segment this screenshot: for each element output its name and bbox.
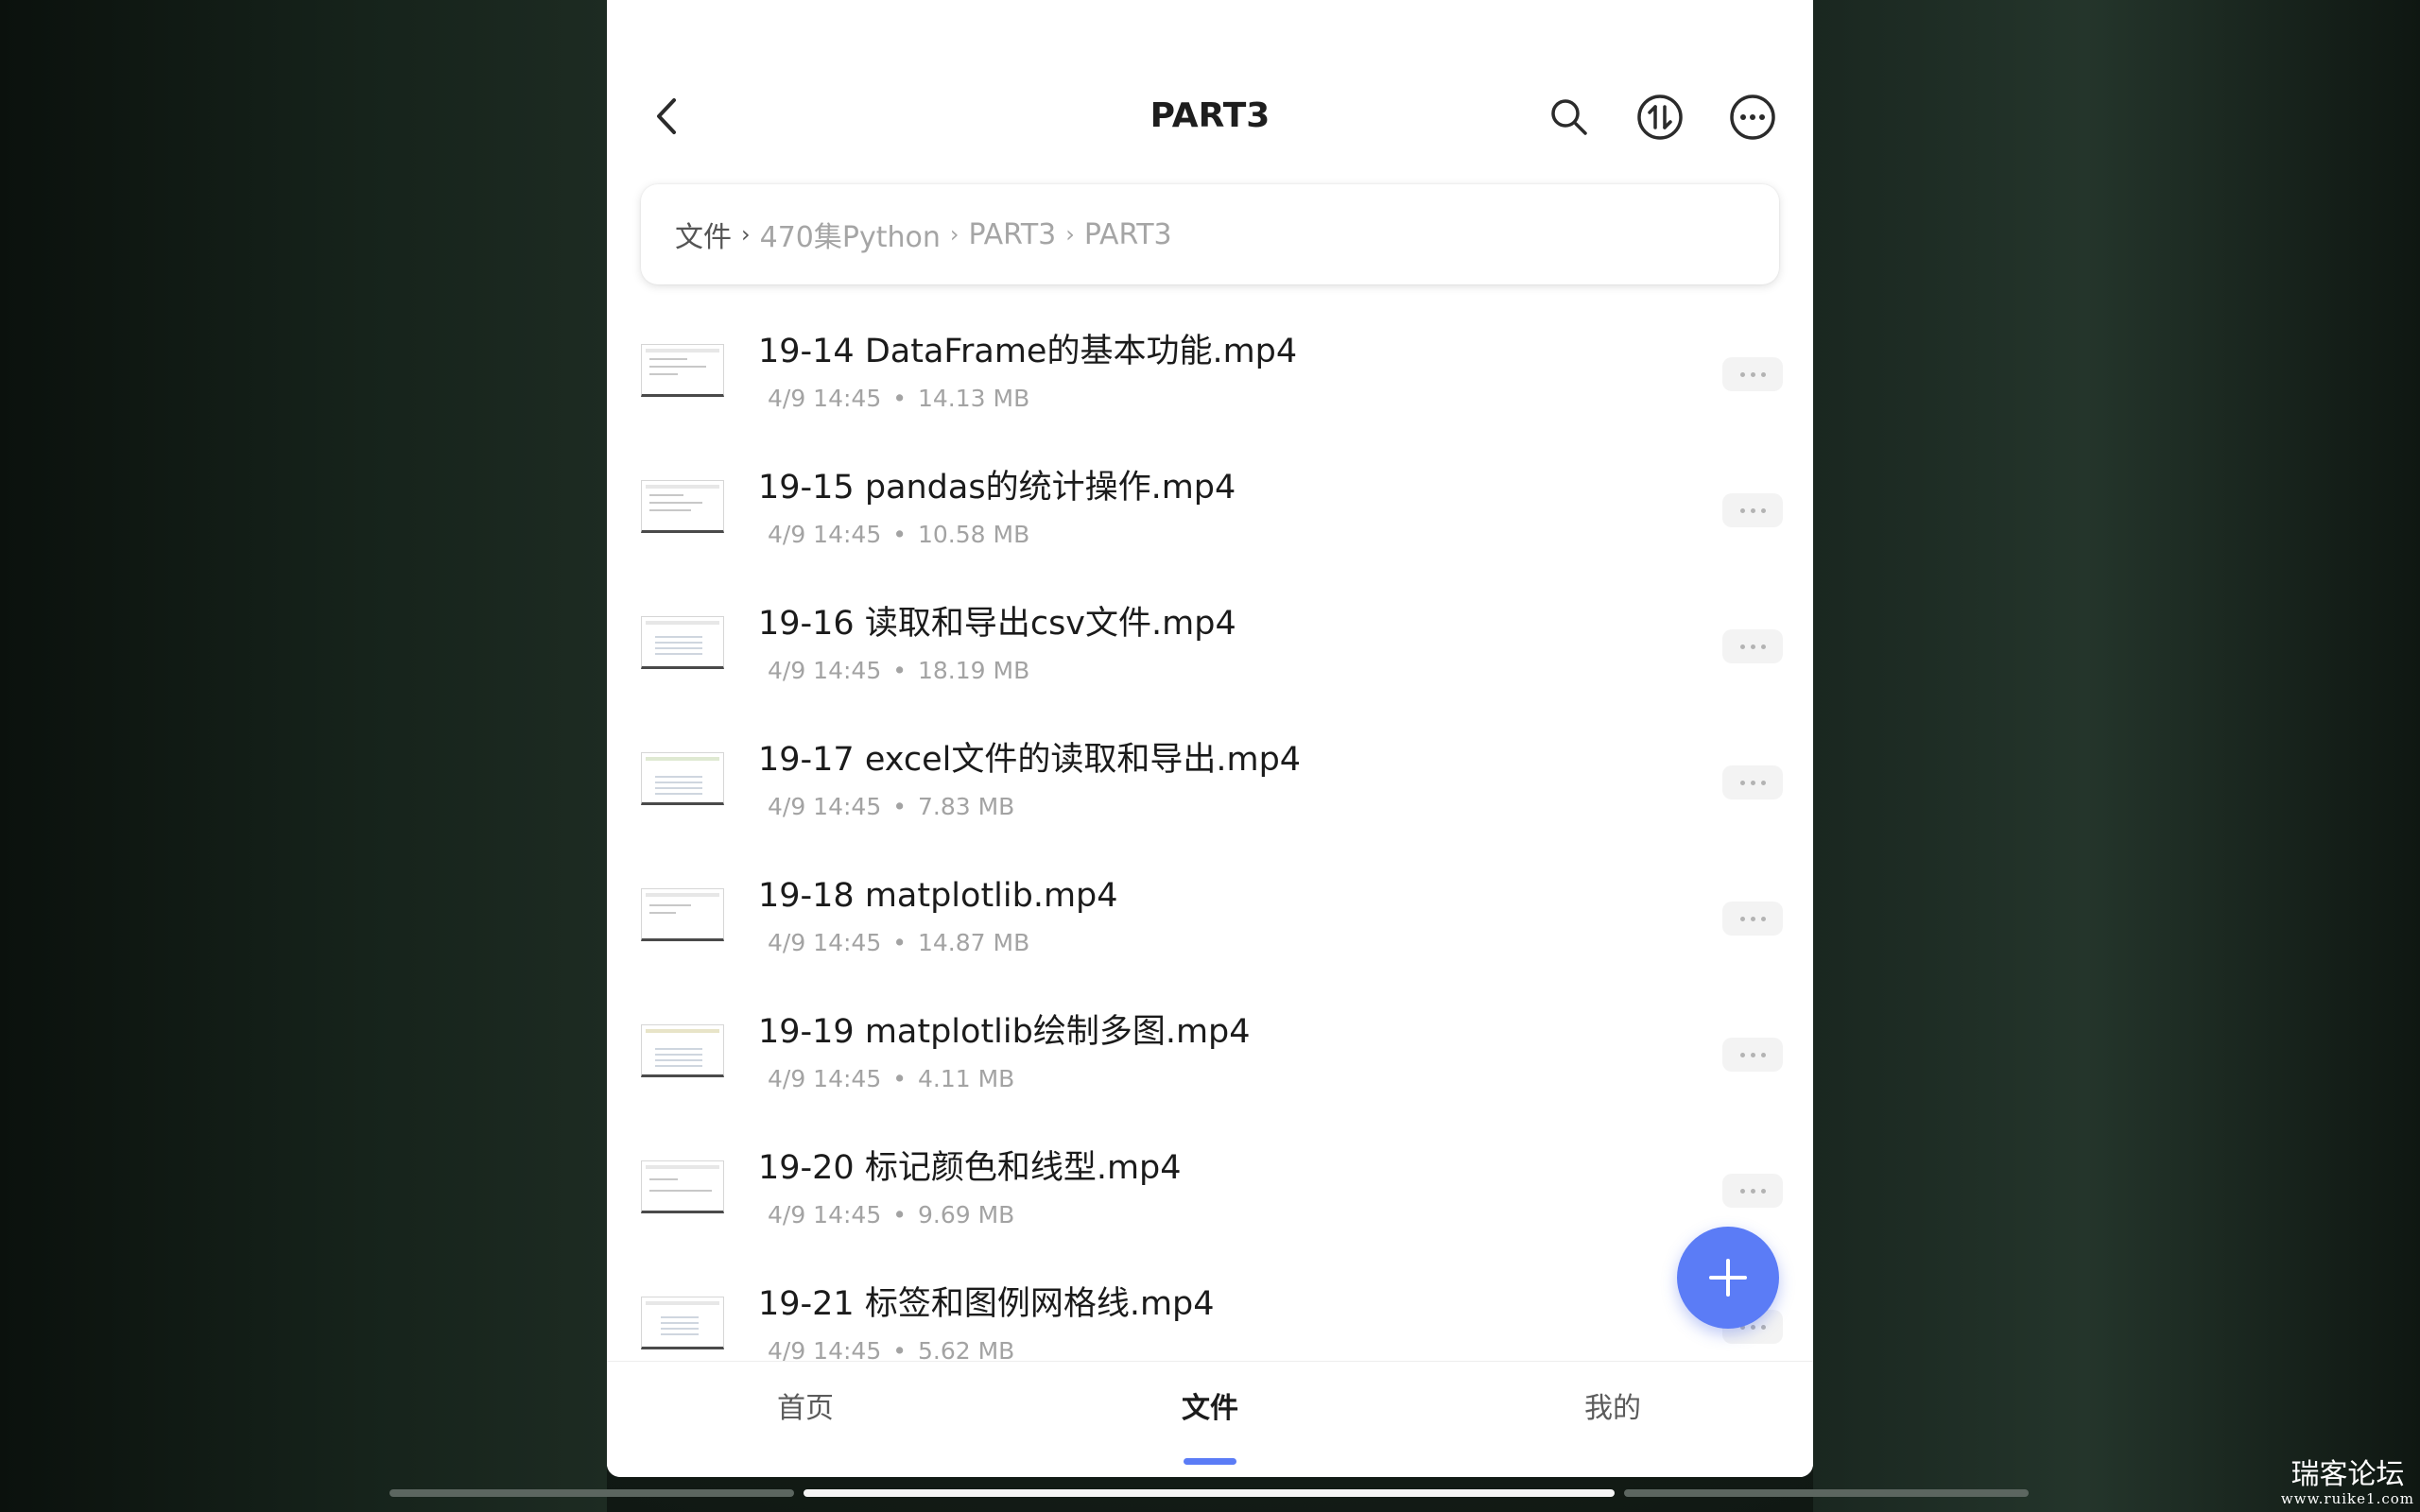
search-icon [1551, 99, 1587, 135]
video-thumbnail [641, 752, 724, 805]
file-row[interactable]: 19-15 pandas的统计操作.mp4 4/9 14:45 • 10.58 MB [607, 440, 1813, 576]
video-thumbnail [641, 1024, 724, 1077]
file-date: 4/9 14:45 [768, 385, 882, 412]
video-thumbnail [641, 888, 724, 941]
file-size: 9.69 MB [917, 1201, 1015, 1228]
file-meta: 4/9 14:45 • 14.87 MB [768, 928, 1029, 958]
more-options-button[interactable] [1726, 91, 1779, 144]
file-meta: 4/9 14:45 • 14.13 MB [768, 384, 1029, 414]
file-row[interactable]: 19-20 标记颜色和线型.mp4 4/9 14:45 • 9.69 MB [607, 1121, 1813, 1257]
file-meta: 4/9 14:45 • 18.19 MB [768, 656, 1029, 686]
background-right [1813, 0, 2420, 1512]
file-date: 4/9 14:45 [768, 657, 882, 684]
file-meta: 4/9 14:45 • 9.69 MB [768, 1200, 1014, 1230]
file-size: 14.13 MB [917, 385, 1030, 412]
file-size: 5.62 MB [917, 1337, 1015, 1361]
watermark-title: 瑞客论坛 [2290, 1458, 2405, 1491]
file-size: 18.19 MB [917, 657, 1030, 684]
video-thumbnail [641, 1160, 724, 1213]
file-meta: 4/9 14:45 • 5.62 MB [768, 1336, 1014, 1361]
breadcrumb: 文件 › 470集Python › PART3 › PART3 [641, 184, 1779, 284]
plus-icon [1709, 1259, 1747, 1297]
video-thumbnail [641, 344, 724, 397]
file-date: 4/9 14:45 [768, 1065, 882, 1092]
video-thumbnail [641, 616, 724, 669]
file-row[interactable]: 19-19 matplotlib绘制多图.mp4 4/9 14:45 • 4.11 … [607, 985, 1813, 1121]
file-name: 19-15 pandas的统计操作.mp4 [758, 469, 1236, 507]
file-date: 4/9 14:45 [768, 521, 882, 548]
meta-separator: • [892, 521, 907, 548]
meta-separator: • [892, 793, 907, 820]
file-row[interactable]: 19-21 标签和图例网格线.mp4 4/9 14:45 • 5.62 MB [607, 1257, 1813, 1361]
file-date: 4/9 14:45 [768, 1201, 882, 1228]
app-window: PART3 文件 › 470集Python › PART3 › PART3 19… [607, 0, 1813, 1477]
file-date: 4/9 14:45 [768, 929, 882, 956]
page-title: PART3 [1150, 96, 1270, 135]
file-name: 19-17 excel文件的读取和导出.mp4 [758, 741, 1302, 779]
file-row[interactable]: 19-18 matplotlib.mp4 4/9 14:45 • 14.87 MB [607, 849, 1813, 985]
file-more-button[interactable] [1722, 493, 1783, 527]
file-size: 14.87 MB [917, 929, 1030, 956]
file-more-button[interactable] [1722, 765, 1783, 799]
file-size: 4.11 MB [917, 1065, 1015, 1092]
page-indicator-left [389, 1489, 794, 1497]
meta-separator: • [892, 929, 907, 956]
file-date: 4/9 14:45 [768, 793, 882, 820]
breadcrumb-item-files[interactable]: 文件 [675, 214, 732, 255]
watermark: 瑞客论坛 www.ruike1.com [2280, 1458, 2414, 1507]
meta-separator: • [892, 657, 907, 684]
chevron-right-icon: › [741, 221, 751, 248]
tab-home[interactable]: 首页 [711, 1390, 900, 1428]
video-thumbnail [641, 1297, 724, 1349]
video-thumbnail [641, 480, 724, 533]
file-meta: 4/9 14:45 • 10.58 MB [768, 520, 1029, 550]
home-indicator[interactable] [804, 1489, 1615, 1497]
meta-separator: • [892, 385, 907, 412]
more-horizontal-icon [1730, 94, 1775, 140]
file-list: 19-14 DataFrame的基本功能.mp4 4/9 14:45 • 14.13… [607, 304, 1813, 1361]
file-name: 19-21 标签和图例网格线.mp4 [758, 1285, 1215, 1323]
file-row[interactable]: 19-16 读取和导出csv文件.mp4 4/9 14:45 • 18.19 MB [607, 576, 1813, 713]
breadcrumb-item-python[interactable]: 470集Python [760, 214, 941, 255]
file-row[interactable]: 19-14 DataFrame的基本功能.mp4 4/9 14:45 • 14.13… [607, 304, 1813, 440]
sort-button[interactable] [1634, 91, 1686, 144]
chevron-right-icon: › [1065, 221, 1075, 248]
background-left [0, 0, 607, 1512]
file-more-button[interactable] [1722, 902, 1783, 936]
meta-separator: • [892, 1337, 907, 1361]
file-size: 7.83 MB [917, 793, 1015, 820]
chevron-right-icon: › [949, 221, 959, 248]
meta-separator: • [892, 1065, 907, 1092]
file-name: 19-16 读取和导出csv文件.mp4 [758, 605, 1236, 643]
file-more-button[interactable] [1722, 357, 1783, 391]
breadcrumb-item-part3[interactable]: PART3 [968, 218, 1056, 251]
file-more-button[interactable] [1722, 629, 1783, 663]
header-bar: PART3 [607, 57, 1813, 176]
file-name: 19-19 matplotlib绘制多图.mp4 [758, 1013, 1251, 1051]
meta-separator: • [892, 1201, 907, 1228]
file-more-button[interactable] [1722, 1174, 1783, 1208]
add-button[interactable] [1677, 1227, 1779, 1329]
file-name: 19-20 标记颜色和线型.mp4 [758, 1149, 1182, 1187]
breadcrumb-item-current: PART3 [1083, 217, 1172, 251]
search-button[interactable] [1543, 91, 1596, 144]
watermark-url: www.ruike1.com [2280, 1490, 2414, 1507]
bottom-tab-bar: 首页 文件 我的 [607, 1361, 1813, 1477]
file-name: 19-14 DataFrame的基本功能.mp4 [758, 333, 1298, 370]
file-name: 19-18 matplotlib.mp4 [758, 877, 1118, 915]
file-meta: 4/9 14:45 • 4.11 MB [768, 1064, 1014, 1094]
file-date: 4/9 14:45 [768, 1337, 882, 1361]
file-meta: 4/9 14:45 • 7.83 MB [768, 792, 1014, 822]
file-more-button[interactable] [1722, 1038, 1783, 1072]
page-indicator-right [1624, 1489, 2029, 1497]
active-tab-indicator [1184, 1458, 1236, 1465]
sort-arrows-icon [1637, 94, 1683, 140]
file-size: 10.58 MB [917, 521, 1030, 548]
tab-mine[interactable]: 我的 [1518, 1390, 1707, 1428]
tab-files[interactable]: 文件 [1115, 1390, 1305, 1428]
file-row[interactable]: 19-17 excel文件的读取和导出.mp4 4/9 14:45 • 7.83 M… [607, 713, 1813, 849]
